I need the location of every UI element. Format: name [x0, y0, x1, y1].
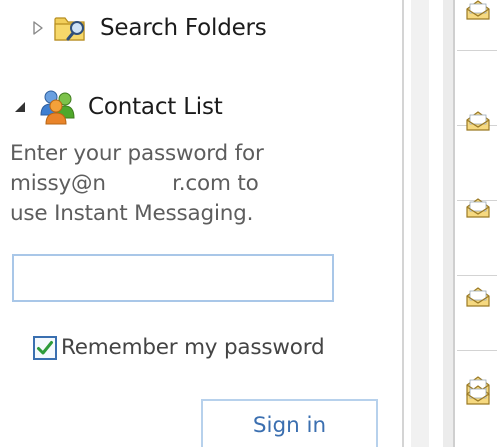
tree-item-search-folders[interactable]: Search Folders [30, 8, 267, 48]
read-envelope-icon [466, 385, 490, 405]
contacts-people-icon [40, 90, 75, 125]
navigation-pane: Search Folders Contact List Enter your p… [0, 0, 398, 447]
message-row[interactable] [457, 201, 497, 307]
checkmark-icon [37, 340, 53, 354]
message-row[interactable] [457, 0, 497, 51]
pane-splitter[interactable] [398, 0, 457, 447]
search-folder-icon [54, 17, 85, 41]
tree-item-contact-list[interactable]: Contact List [12, 87, 223, 127]
sign-in-button[interactable]: Sign in [201, 399, 378, 447]
scrollbar-track[interactable] [411, 0, 429, 447]
column-divider [443, 0, 455, 447]
splitter-gap [429, 0, 443, 447]
message-row[interactable] [457, 126, 497, 218]
message-list [457, 0, 497, 447]
remember-password-checkbox[interactable]: Remember my password [33, 335, 325, 360]
outlook-window: Search Folders Contact List Enter your p… [0, 0, 497, 447]
message-row[interactable] [457, 51, 497, 131]
splitter-gap [404, 0, 411, 447]
password-field[interactable] [12, 254, 334, 302]
prompt-line: use Instant Messaging. [10, 201, 254, 226]
prompt-line: Enter your password for [10, 141, 264, 166]
expand-arrow-icon[interactable] [30, 20, 46, 36]
im-signin-prompt: Enter your password for missy@n r.com to… [10, 139, 360, 229]
read-envelope-icon [466, 0, 490, 20]
tree-item-label: Search Folders [100, 15, 267, 41]
checkbox-box[interactable] [33, 335, 57, 360]
message-row[interactable] [457, 276, 497, 396]
prompt-line: missy@n r.com to [10, 171, 259, 196]
remember-password-label: Remember my password [61, 335, 325, 360]
tree-item-label: Contact List [88, 94, 223, 120]
collapse-arrow-icon[interactable] [12, 99, 28, 115]
message-row[interactable] [457, 380, 497, 447]
